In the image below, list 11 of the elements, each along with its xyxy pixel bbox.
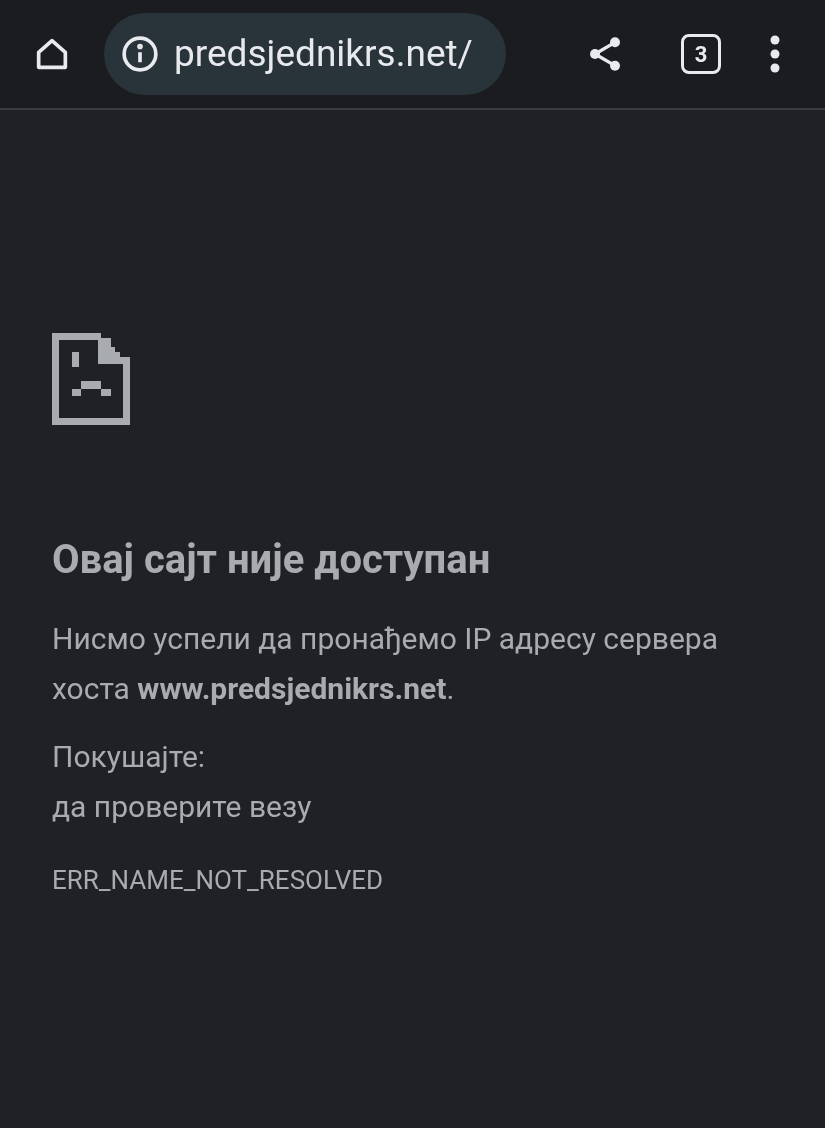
suggestion-text: да проверите везу [52, 788, 313, 826]
error-message: Нисмо успели да пронађемо IP адресу сервера хоста www.predsjednikrs.net. [52, 620, 719, 708]
tab-switcher-button[interactable]: 3 [681, 34, 721, 74]
address-bar[interactable]: predsjednikrs.net/ [104, 13, 506, 95]
info-icon [120, 34, 160, 74]
url-text: predsjednikrs.net/ [174, 31, 473, 78]
error-title: Овај сајт није доступан [52, 535, 492, 585]
error-code: ERR_NAME_NOT_RESOLVED [52, 864, 385, 897]
try-label: Покушајте: [52, 738, 207, 776]
sad-page-icon [52, 332, 130, 426]
more-icon [769, 35, 781, 73]
